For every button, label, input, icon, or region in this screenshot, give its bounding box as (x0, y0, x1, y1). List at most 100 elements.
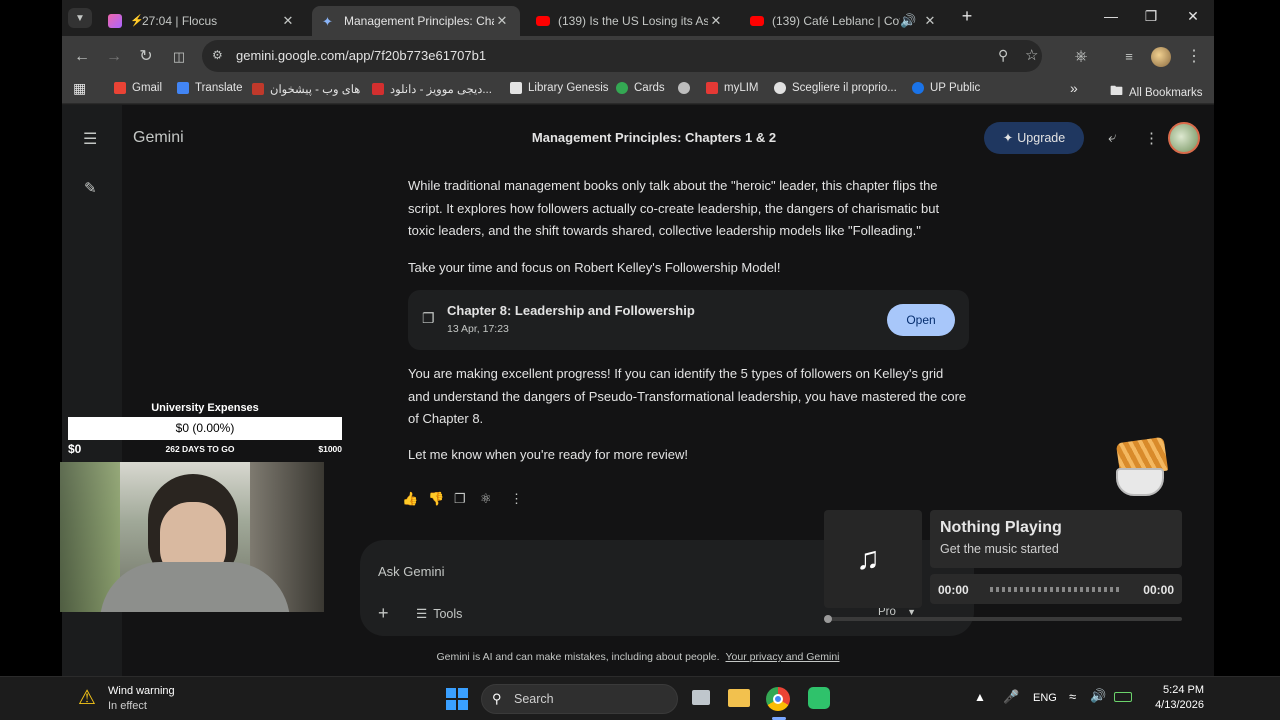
reload-button[interactable]: ↻ (135, 46, 157, 68)
address-bar[interactable]: ⚙ gemini.google.com/app/7f20b773e61707b1… (202, 40, 1042, 72)
tab-youtube-2[interactable]: (139) Café Leblanc | Coffee 🔊 ✕ (740, 6, 948, 36)
start-button[interactable] (446, 688, 468, 710)
site-icon (372, 83, 384, 95)
bookmark-globe[interactable] (678, 82, 696, 94)
profile-avatar[interactable] (1151, 46, 1173, 68)
site-icon (774, 82, 786, 94)
extensions-icon[interactable]: ⎈ (1070, 46, 1092, 68)
weather-widget[interactable]: ⚠ Wind warning In effect (78, 683, 208, 715)
tab-flocus[interactable]: ⚡ 27:04 | Flocus ✕ (98, 6, 306, 36)
tab-youtube-1[interactable]: (139) Is the US Losing its Asian ✕ (526, 6, 734, 36)
all-bookmarks[interactable]: 🖿 All Bookmarks (1110, 82, 1203, 104)
response-paragraph: While traditional management books only … (408, 178, 940, 238)
tools-button[interactable]: ☰ Tools (416, 606, 462, 621)
more-icon[interactable]: ⋮ (510, 491, 523, 507)
bookmark-scegliere[interactable]: Scegliere il proprio... (774, 82, 897, 94)
thumbs-up-icon[interactable]: 👍 (402, 491, 418, 507)
search-icon: ⚲ (492, 691, 502, 706)
track-subtitle: Get the music started (940, 542, 1059, 556)
response-paragraph: Take your time and focus on Robert Kelle… (408, 260, 781, 275)
site-info-icon[interactable]: ⚙ (212, 48, 223, 62)
bookmark-mylim[interactable]: myLIM (706, 82, 759, 94)
taskbar-search[interactable]: ⚲ Search (481, 684, 678, 714)
back-button[interactable]: ← (71, 46, 93, 68)
document-card[interactable]: ❐ Chapter 8: Leadership and Followership… (408, 290, 969, 350)
flocus-icon (108, 14, 122, 28)
copy-icon[interactable]: ❐ (454, 491, 466, 507)
file-explorer-icon[interactable] (728, 689, 750, 707)
chevron-down-icon: ▼ (75, 12, 85, 24)
browser-toolbar: ← → ↻ ◫ ⚙ gemini.google.com/app/7f20b773… (62, 36, 1214, 76)
flocus-goal-widget: University Expenses $0 (0.00%) $0 262 DA… (68, 400, 342, 460)
tab-title: (139) Café Leblanc | Coffee (772, 14, 900, 28)
tab-title: Management Principles: Chapte (344, 14, 494, 28)
track-title: Nothing Playing (940, 519, 1062, 536)
minimize-button[interactable]: — (1096, 8, 1126, 28)
battery-icon[interactable] (1114, 692, 1132, 702)
chevron-up-icon[interactable]: ▲ (974, 690, 986, 704)
bookmark-gmail[interactable]: Gmail (114, 82, 162, 94)
close-icon[interactable]: ✕ (922, 13, 938, 29)
youtube-icon (750, 16, 764, 26)
privacy-link[interactable]: Your privacy and Gemini (725, 651, 839, 663)
globe-icon (678, 82, 690, 94)
new-tab-button[interactable]: + (952, 6, 982, 26)
split-view-icon[interactable]: ◫ (168, 46, 190, 68)
app-icon[interactable] (808, 687, 830, 709)
more-options-icon[interactable]: ⋮ (1144, 129, 1159, 147)
more-bookmarks-icon[interactable]: » (1070, 80, 1078, 96)
bookmark-up-public[interactable]: UP Public (912, 82, 980, 94)
new-chat-icon[interactable]: ✎ (84, 179, 97, 197)
task-view-icon[interactable] (692, 690, 710, 705)
thumbs-down-icon[interactable]: 👎 (428, 491, 444, 507)
volume-slider[interactable] (824, 615, 1182, 623)
gmail-icon (114, 82, 126, 94)
site-icon (252, 83, 264, 95)
restore-button[interactable]: ❐ (1136, 8, 1166, 28)
search-label: Search (514, 692, 554, 706)
share-icon[interactable]: ⤶ (1108, 129, 1116, 146)
seek-track[interactable] (990, 587, 1122, 592)
share-response-icon[interactable]: ⚛ (480, 491, 492, 507)
tab-search-button[interactable]: ▼ (68, 8, 92, 28)
language-indicator[interactable]: ENG (1033, 692, 1057, 704)
close-icon[interactable]: ✕ (280, 13, 296, 29)
volume-icon[interactable]: 🔊 (1090, 688, 1106, 704)
bookmark-digimoviez[interactable]: دیجی موویز - دانلود... (372, 82, 492, 96)
add-icon[interactable]: + (378, 603, 389, 624)
close-icon[interactable]: ✕ (708, 13, 724, 29)
zoom-icon[interactable]: ⚲ (998, 47, 1008, 64)
close-window-button[interactable]: ✕ (1178, 8, 1208, 28)
apps-icon[interactable]: ▦ (73, 80, 86, 97)
microphone-icon[interactable]: 🎤 (1003, 689, 1019, 705)
warning-icon: ⚠ (78, 687, 96, 709)
close-icon[interactable]: ✕ (494, 13, 510, 29)
menu-icon[interactable]: ⋮ (1183, 46, 1205, 68)
forward-button[interactable]: → (103, 46, 125, 68)
cards-icon (616, 82, 628, 94)
tab-gemini[interactable]: ✦ Management Principles: Chapte ✕ (312, 6, 520, 36)
menu-icon[interactable]: ☰ (83, 129, 97, 149)
playback-bar[interactable]: 00:00 00:00 (930, 574, 1182, 604)
card-title: Chapter 8: Leadership and Followership (447, 303, 695, 318)
goal-days: 262 DAYS TO GO (165, 444, 235, 454)
chrome-icon[interactable] (766, 687, 790, 711)
card-date: 13 Apr, 17:23 (447, 323, 509, 335)
reading-list-icon[interactable]: ≡ (1118, 46, 1140, 68)
bookmark-cards[interactable]: Cards (616, 82, 665, 94)
translate-icon (177, 82, 189, 94)
response-paragraph: You are making excellent progress! If yo… (408, 366, 967, 426)
upgrade-button[interactable]: ✦ Upgrade (984, 122, 1084, 154)
open-button[interactable]: Open (887, 304, 955, 336)
prompt-input[interactable]: Ask Gemini (378, 564, 444, 579)
account-avatar[interactable] (1168, 122, 1200, 154)
bookmark-persian-web[interactable]: های وب - پیشخوان (252, 82, 360, 96)
star-icon[interactable]: ☆ (1025, 46, 1038, 64)
bookmark-library-genesis[interactable]: Library Genesis (510, 82, 609, 94)
tab-title: 27:04 | Flocus (142, 14, 218, 28)
album-art: ♫ (824, 510, 922, 608)
wifi-icon[interactable]: ≈ (1069, 689, 1076, 704)
clock[interactable]: 5:24 PM 4/13/2026 (1140, 684, 1204, 711)
bookmark-translate[interactable]: Translate (177, 82, 243, 94)
speaker-icon[interactable]: 🔊 (900, 13, 916, 29)
